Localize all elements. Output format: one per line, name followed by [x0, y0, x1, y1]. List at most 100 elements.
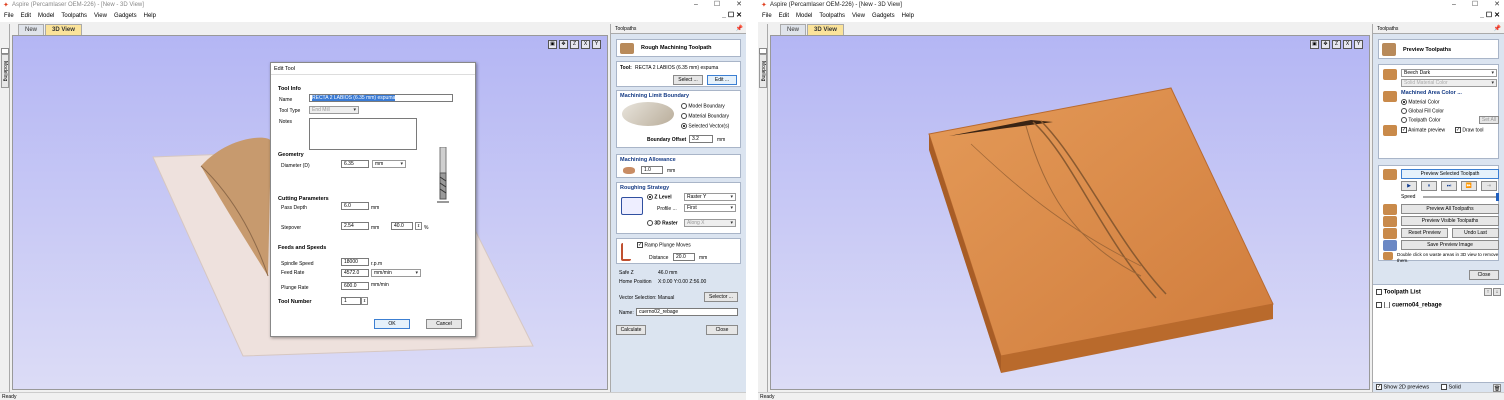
feed-unit-select[interactable]: mm/min [371, 269, 421, 277]
speed-slider[interactable] [1423, 193, 1499, 201]
profile-select[interactable]: First [684, 204, 736, 212]
show-2d-previews-checkbox[interactable]: ✓ Show 2D previews [1376, 384, 1429, 390]
radio-icon[interactable] [681, 103, 687, 109]
stepover-input[interactable]: 2.54 [341, 222, 369, 230]
skip-icon[interactable]: ⇥ [1481, 181, 1497, 191]
fast-forward-icon[interactable]: ⏩ [1461, 181, 1477, 191]
modeling-tab[interactable]: Modeling [1, 54, 9, 88]
cancel-button[interactable]: Cancel [426, 319, 462, 329]
close-icon[interactable]: ✕ [736, 0, 742, 10]
preview-all-button[interactable]: Preview All Toolpaths [1401, 204, 1499, 214]
raster-select[interactable]: Raster Y [684, 193, 736, 201]
zlevel-option[interactable]: Z Level [647, 194, 672, 200]
material-select[interactable]: Beech Dark [1401, 69, 1497, 77]
edit-tool-button[interactable]: Edit ... [707, 75, 737, 85]
close-icon[interactable]: ✕ [1494, 0, 1500, 10]
menu-edit[interactable]: Edit [779, 13, 789, 19]
stepover-spin-icon[interactable]: ⇕ [415, 222, 422, 230]
checkbox-icon[interactable] [1441, 384, 1447, 390]
tab-new[interactable]: New [780, 24, 807, 35]
checkbox-checked-icon[interactable]: ✓ [1455, 127, 1461, 133]
move-down-icon[interactable]: ↓ [1493, 288, 1501, 296]
boundary-offset-input[interactable]: 3.2 [689, 135, 713, 143]
pin-icon[interactable]: 📌 [736, 24, 743, 34]
3d-viewport[interactable]: ▣ ✥ Z X Y [770, 35, 1370, 390]
diameter-input[interactable]: 6.35 [341, 160, 369, 168]
radio-icon[interactable] [647, 220, 653, 226]
save-preview-image-button[interactable]: Save Preview Image [1401, 240, 1499, 250]
menu-help[interactable]: Help [144, 13, 156, 19]
select-tool-button[interactable]: Select ... [673, 75, 703, 85]
reset-preview-button[interactable]: Reset Preview [1401, 228, 1448, 238]
toolpath-list-item[interactable]: |_| cuerno04_rebage [1376, 302, 1442, 309]
animate-checkbox[interactable]: ✓ Animate preview [1401, 127, 1445, 133]
tab-3d-view[interactable]: 3D View [45, 24, 82, 35]
diameter-unit-select[interactable]: mm [372, 160, 406, 168]
menu-gadgets[interactable]: Gadgets [872, 13, 895, 19]
modeling-tab[interactable]: Modeling [759, 54, 767, 88]
tab-new[interactable]: New [18, 24, 45, 35]
maximize-icon[interactable]: ☐ [714, 0, 720, 10]
checkbox-icon[interactable] [1376, 302, 1382, 308]
material-color-option[interactable]: Material Color [1401, 99, 1440, 105]
radio-selected-icon[interactable] [681, 123, 687, 129]
checkbox-icon[interactable] [1376, 289, 1382, 295]
menu-gadgets[interactable]: Gadgets [114, 13, 137, 19]
menu-model[interactable]: Model [38, 13, 54, 19]
selector-button[interactable]: Selector ... [704, 292, 738, 302]
close-button[interactable]: Close [706, 325, 738, 335]
draw-tool-checkbox[interactable]: ✓ Draw tool [1455, 127, 1484, 133]
tool-number-spin-icon[interactable]: ⇕ [361, 297, 368, 305]
maximize-icon[interactable]: ☐ [1472, 0, 1478, 10]
notes-textarea[interactable] [309, 118, 417, 150]
menu-file[interactable]: File [4, 13, 14, 19]
solid-color-select[interactable]: Solid Material Color [1401, 79, 1497, 87]
mdi-controls[interactable]: _ ☐ ✕ [1480, 10, 1500, 22]
pass-depth-input[interactable]: 6.0 [341, 202, 369, 210]
calculate-button[interactable]: Calculate [616, 325, 646, 335]
3d-raster-option[interactable]: 3D Raster [647, 220, 678, 226]
set-all-button[interactable]: Set All [1479, 116, 1499, 124]
radio-selected-icon[interactable] [647, 194, 653, 200]
feed-rate-input[interactable]: 4572.0 [341, 269, 369, 277]
toolpath-name-input[interactable]: cuerno02_rebage [636, 308, 738, 316]
tool-name-input[interactable]: RECTA 2 LABIOS (6.35 mm) espuma [309, 94, 453, 102]
tool-number-input[interactable]: 1 [341, 297, 361, 305]
menu-view[interactable]: View [94, 13, 107, 19]
menu-toolpaths[interactable]: Toolpaths [819, 13, 845, 19]
minimize-icon[interactable]: – [1452, 0, 1456, 10]
radio-selected-icon[interactable] [1401, 99, 1407, 105]
selected-vectors-option[interactable]: Selected Vector(s) [681, 123, 729, 129]
pause-icon[interactable]: ⏸ [1421, 181, 1437, 191]
menu-view[interactable]: View [852, 13, 865, 19]
play-icon[interactable]: ▶ [1401, 181, 1417, 191]
move-up-icon[interactable]: ↑ [1484, 288, 1492, 296]
material-boundary-option[interactable]: Material Boundary [681, 113, 729, 119]
checkbox-checked-icon[interactable]: ✓ [637, 242, 643, 248]
close-button[interactable]: Close [1469, 270, 1499, 280]
pin-icon[interactable]: 📌 [1494, 24, 1501, 34]
undo-last-button[interactable]: Undo Last [1452, 228, 1499, 238]
checkbox-checked-icon[interactable]: ✓ [1401, 127, 1407, 133]
distance-input[interactable]: 20.0 [673, 253, 695, 261]
solid-checkbox[interactable]: Solid [1441, 384, 1461, 390]
menu-file[interactable]: File [762, 13, 772, 19]
checkbox-checked-icon[interactable]: ✓ [1376, 384, 1382, 390]
allowance-input[interactable]: 1.0 [641, 166, 663, 174]
3d-raster-select[interactable]: Along X [684, 219, 736, 227]
spindle-input[interactable]: 18000 [341, 258, 369, 266]
tab-3d-view[interactable]: 3D View [807, 24, 844, 35]
minimize-icon[interactable]: – [694, 0, 698, 10]
radio-icon[interactable] [681, 113, 687, 119]
tool-type-select[interactable]: End Mill [309, 106, 359, 114]
ok-button[interactable]: OK [374, 319, 410, 329]
menu-help[interactable]: Help [902, 13, 914, 19]
slider-thumb[interactable] [1496, 193, 1499, 201]
toolpath-color-option[interactable]: Toolpath Color [1401, 117, 1441, 123]
plunge-rate-input[interactable]: 600.0 [341, 282, 369, 290]
mdi-controls[interactable]: _ ☐ ✕ [722, 10, 742, 22]
radio-icon[interactable] [1401, 117, 1407, 123]
global-fill-option[interactable]: Global Fill Color [1401, 108, 1444, 114]
model-boundary-option[interactable]: Model Boundary [681, 103, 725, 109]
delete-icon[interactable]: 🗑 [1493, 384, 1501, 392]
